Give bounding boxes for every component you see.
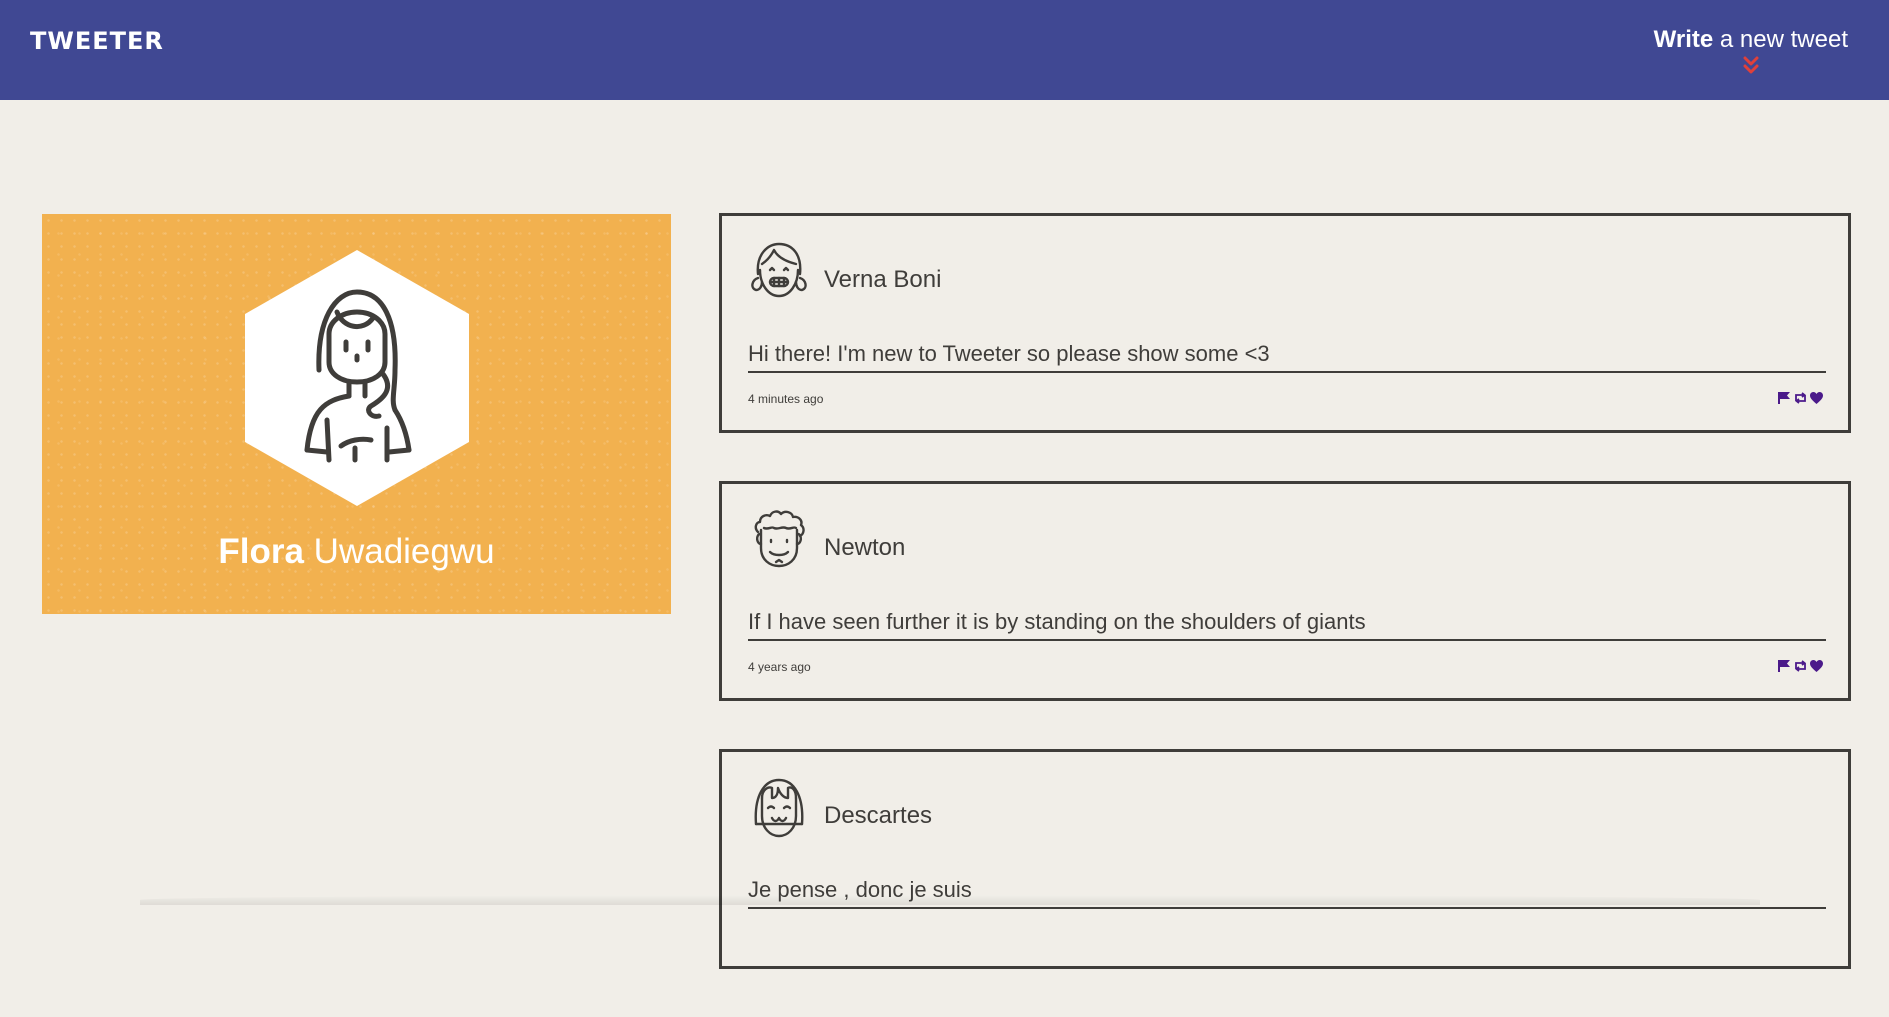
compose-label-bold: Write: [1653, 26, 1714, 53]
profile-first-name: Flora: [218, 532, 304, 571]
tweet-card: Verna Boni Hi there! I'm new to Tweeter …: [719, 213, 1851, 433]
tweet-timestamp: 4 years ago: [748, 660, 811, 674]
profile-card: Flora Uwadiegwu: [42, 214, 671, 614]
tweet-actions: [1777, 659, 1824, 673]
tweet-card: Newton If I have seen further it is by s…: [719, 481, 1851, 701]
tweet-text: Hi there! I'm new to Tweeter so please s…: [748, 341, 1826, 373]
profile-avatar: [245, 250, 469, 506]
tweet-card: Descartes Je pense , donc je suis: [719, 749, 1851, 969]
retweet-icon[interactable]: [1793, 659, 1808, 673]
flag-icon[interactable]: [1777, 391, 1792, 405]
tweet-author: Verna Boni: [824, 266, 942, 293]
footer-shadow: [140, 895, 1760, 905]
heart-icon[interactable]: [1809, 391, 1824, 405]
tweet-author: Descartes: [824, 802, 933, 829]
profile-last-name: Uwadiegwu: [303, 532, 495, 571]
flag-icon[interactable]: [1777, 659, 1792, 673]
curly-haired-man-avatar-icon: [754, 510, 805, 568]
bob-haired-avatar-icon: [754, 778, 804, 838]
profile-name: Flora Uwadiegwu: [42, 532, 671, 572]
heart-icon[interactable]: [1809, 659, 1824, 673]
tweet-timestamp: 4 minutes ago: [748, 392, 824, 406]
brand-logo[interactable]: TWEETER: [30, 27, 164, 55]
tweet-actions: [1777, 391, 1824, 405]
compose-label-rest: a new tweet: [1713, 26, 1848, 53]
compose-tweet-toggle[interactable]: Write a new tweet: [1654, 26, 1848, 74]
grinning-girl-avatar-icon: [751, 242, 807, 298]
tweet-author: Newton: [824, 534, 906, 561]
double-chevron-down-icon[interactable]: [1743, 56, 1759, 74]
tweet-text: If I have seen further it is by standing…: [748, 609, 1826, 641]
girl-avatar-icon: [245, 250, 469, 506]
compose-label[interactable]: Write a new tweet: [1654, 26, 1848, 54]
top-nav: TWEETER Write a new tweet: [0, 0, 1889, 100]
retweet-icon[interactable]: [1793, 391, 1808, 405]
